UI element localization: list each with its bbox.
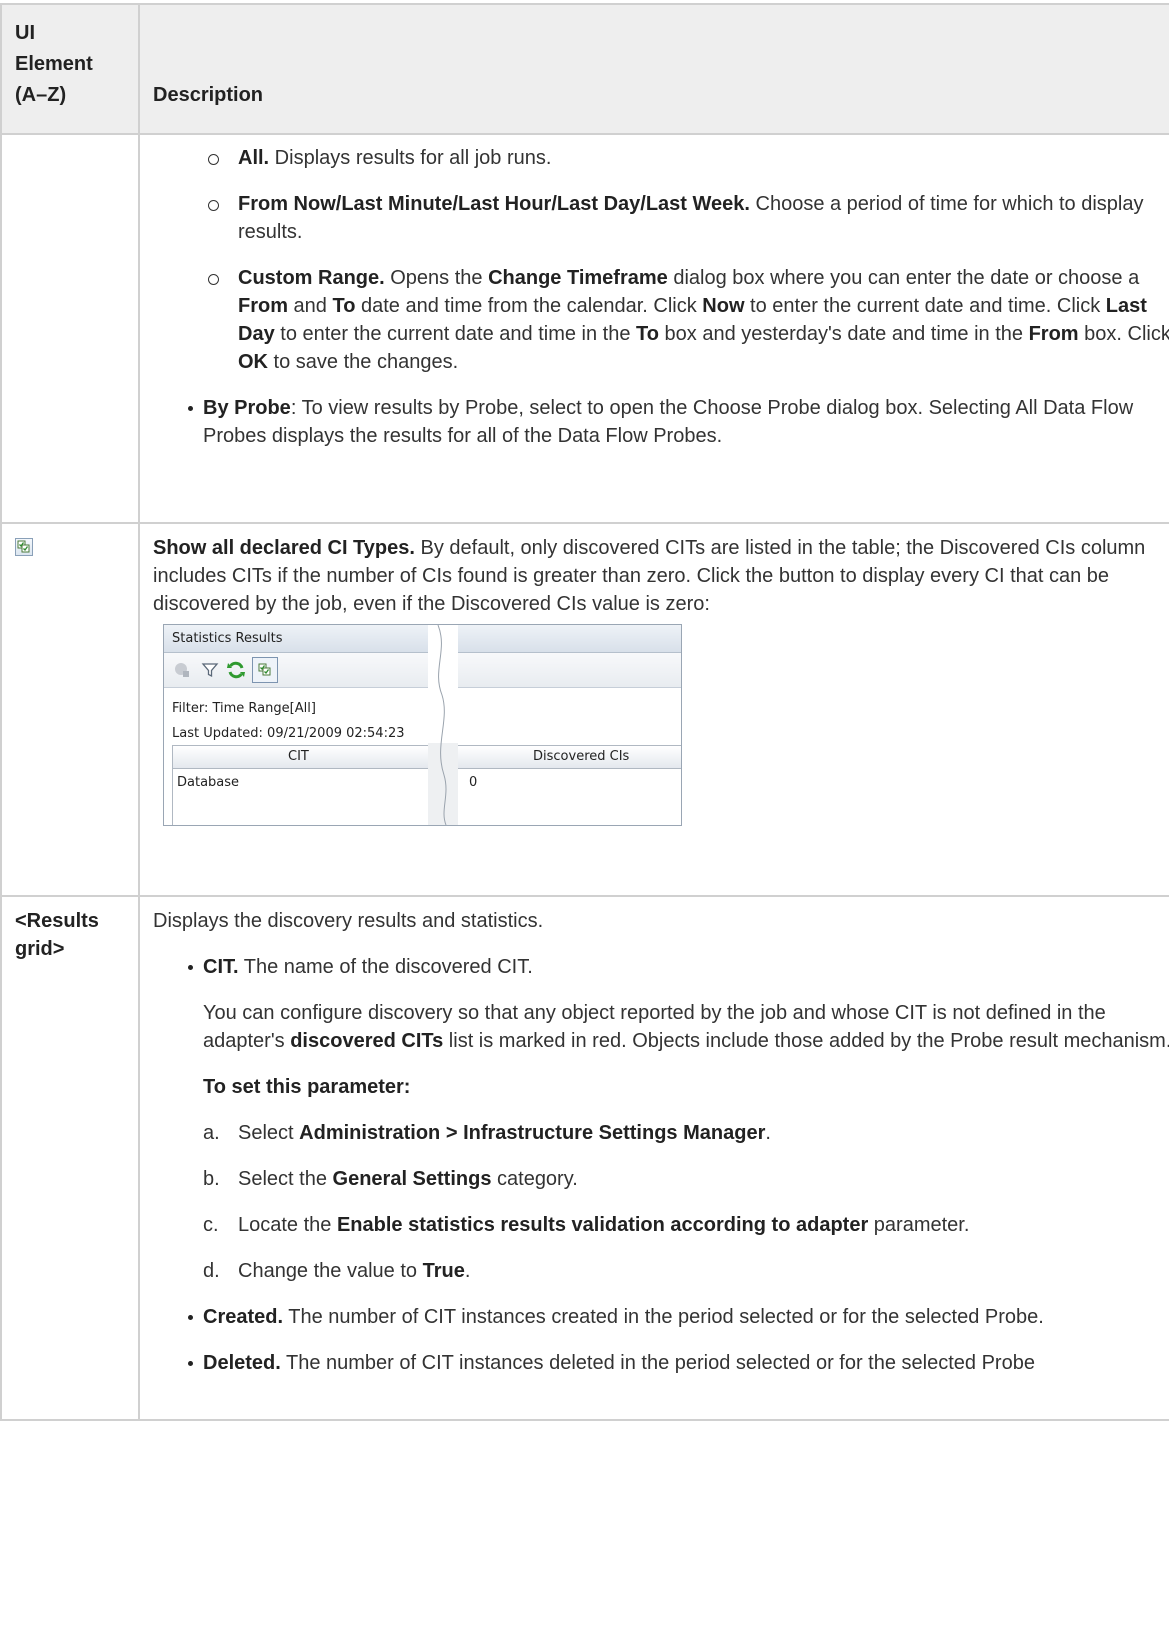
results-grid-label-1: <Results (15, 910, 99, 932)
statistics-results-screenshot: Statistics Results Filter: Time Range[Al… (163, 624, 682, 826)
header-ui-element: UI Element (A–Z) (0, 3, 140, 135)
bullet-icon (188, 1315, 193, 1320)
header-ui-line3: (A–Z) (15, 84, 67, 106)
results-grid-label-2: grid> (15, 938, 65, 960)
header-ui-line2: Element (15, 53, 93, 75)
results-intro: Displays the discovery results and stati… (153, 910, 544, 932)
circle-bullet-icon (208, 200, 219, 211)
bullet-icon (188, 406, 193, 411)
table-row: <Results grid> Displays the discovery re… (0, 895, 1169, 1421)
bullet-icon (188, 965, 193, 970)
probe-icon[interactable] (172, 660, 192, 680)
grid-col-cit[interactable]: CIT (288, 749, 309, 765)
row2-description-cell: Show all declared CI Types. By default, … (138, 522, 1169, 897)
filter-label: Filter: Time Range[All] (172, 701, 316, 716)
grid-cell-cit[interactable]: Database (177, 775, 239, 791)
list-item: Created. The number of CIT instances cre… (153, 1303, 1169, 1331)
grid-cell-discovered[interactable]: 0 (469, 775, 477, 791)
table-row: Show all declared CI Types. By default, … (0, 522, 1169, 897)
row1-description-cell: All. Displays results for all job runs. … (138, 133, 1169, 524)
show-all-cit-icon[interactable] (15, 538, 33, 556)
list-item: c. Locate the Enable statistics results … (203, 1214, 970, 1236)
list-item: CIT. The name of the discovered CIT. (153, 953, 1169, 981)
list-item: All. Displays results for all job runs. (153, 144, 1169, 172)
table-header-row: UI Element (A–Z) Description (0, 3, 1169, 135)
tear-divider (428, 625, 458, 825)
circle-bullet-icon (208, 154, 219, 165)
grid-col-discovered[interactable]: Discovered CIs (533, 749, 629, 765)
set-parameter-heading: To set this parameter: (203, 1076, 411, 1098)
row3-description-cell: Displays the discovery results and stati… (138, 895, 1169, 1421)
row3-element-cell: <Results grid> (0, 895, 140, 1421)
header-ui-line1: UI (15, 22, 35, 44)
row1-element-cell (0, 133, 140, 524)
list-item: d. Change the value to True. (203, 1260, 471, 1282)
circle-bullet-icon (208, 274, 219, 285)
list-item: a. Select Administration > Infrastructur… (203, 1122, 771, 1144)
last-updated-label: Last Updated: 09/21/2009 02:54:23 (172, 726, 405, 741)
statistics-grid: CIT Discovered CIs Database 0 (172, 745, 681, 825)
list-item: From Now/Last Minute/Last Hour/Last Day/… (153, 190, 1169, 246)
table-row: All. Displays results for all job runs. … (0, 133, 1169, 524)
list-item: b. Select the General Settings category. (203, 1168, 578, 1190)
row2-element-cell (0, 522, 140, 897)
ui-elements-table: UI Element (A–Z) Description All. Displa… (0, 3, 1169, 1421)
show-all-cit-toggle[interactable] (252, 657, 278, 683)
list-item: Custom Range. Opens the Change Timeframe… (153, 264, 1169, 376)
header-description: Description (138, 3, 1169, 135)
show-all-cit-icon (258, 663, 271, 676)
bullet-icon (188, 1361, 193, 1366)
statistics-results-title: Statistics Results (164, 625, 681, 653)
configure-paragraph: You can configure discovery so that any … (203, 1002, 1169, 1052)
list-item: Deleted. The number of CIT instances del… (153, 1349, 1169, 1377)
statistics-toolbar (164, 653, 681, 688)
refresh-icon[interactable] (226, 660, 246, 680)
list-item: By Probe: To view results by Probe, sele… (153, 394, 1169, 450)
filter-icon[interactable] (200, 660, 220, 680)
show-all-description: Show all declared CI Types. By default, … (153, 537, 1146, 615)
